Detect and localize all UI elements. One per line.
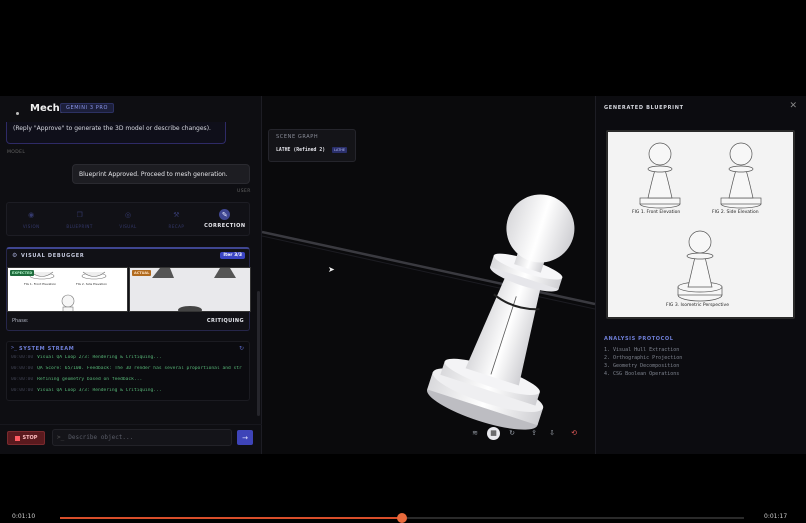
blueprint-fig1-caption: FIG 1. Front Elevation [632,210,681,215]
app-window: Mechy GEMINI 3 PRO (Reply "Approve" to g… [0,96,806,454]
progress-handle[interactable] [397,513,407,523]
chat-scrollbar[interactable] [257,291,260,416]
protocol-title: ANALYSIS PROTOCOL [604,336,674,342]
viewport-toolbar: ≋ ▦ ↻ ⇪ ⇩ ⟲ [466,425,595,441]
terminal-icon: >_ [11,345,18,351]
stop-button[interactable]: STOP [7,431,45,445]
blueprint-fig2-caption: FIG 2. Side Elevation [712,210,759,215]
blueprint-fig3-caption: FIG 3. Isometric Perspective [666,303,729,308]
prompt-caret-icon: >_ [57,434,65,441]
reset-icon[interactable]: ⟲ [565,427,583,440]
fig1-caption: FIG 1. Front Elevation [24,282,57,286]
actual-image[interactable]: ACTUAL [129,267,251,312]
target-icon: ◎ [124,211,132,219]
copy-icon: ❐ [76,211,83,219]
fig2-caption: FIG 2. Side Elevation [76,282,108,286]
stop-label: STOP [22,435,38,441]
download-icon[interactable]: ⇩ [543,427,561,440]
blueprint-panel-title: GENERATED BLUEPRINT [604,105,684,111]
prompt-input[interactable]: >_ Describe object... [52,429,232,446]
actual-tag: ACTUAL [132,270,152,276]
step-label: RECAP [168,223,185,229]
stream-title: SYSTEM STREAM [19,346,75,352]
step-vision[interactable]: ◉ VISION [7,203,55,235]
phase-value: CRITIQUING [206,318,244,324]
elapsed-time: 0:01:10 [12,513,36,520]
step-correction[interactable]: ✎ CORRECTION [201,203,249,235]
rotate-icon[interactable]: ↻ [503,427,521,440]
step-label: BLUEPRINT [66,223,93,229]
log-line: 00:00:00 Visual QA Loop 3/3: Rendering & … [11,388,162,393]
user-role-label: USER [237,189,251,194]
eye-icon: ◉ [28,211,35,219]
step-label: VISUAL [119,223,137,229]
stop-icon [14,435,20,441]
phase-label: Phase: [12,318,29,324]
gear-icon: ⚙ [12,252,18,259]
step-blueprint[interactable]: ❐ BLUEPRINT [55,203,103,235]
video-controls: 0:01:10 0:01:17 [0,505,806,523]
node-type-badge: LATHE [332,147,348,153]
pipeline-steps: ◉ VISION ❐ BLUEPRINT ◎ VISUAL ⚒ RECAP ✎ … [6,202,250,236]
expected-tag: EXPECTED [10,270,35,276]
iteration-badge: Iter 3/3 [220,252,245,259]
scene-graph-title: SCENE GRAPH [276,134,319,140]
chat-header: Mechy GEMINI 3 PRO [0,96,262,122]
protocol-step: 1. Visual Hull Extraction [604,347,680,353]
log-line: 00:00:00 Visual QA Loop 2/3: Rendering & … [11,355,162,360]
prompt-placeholder: Describe object... [68,434,134,441]
step-visual[interactable]: ◎ VISUAL [104,203,152,235]
pawn-model [427,194,575,430]
arrow-right-icon: → [242,433,248,442]
upload-icon[interactable]: ⇪ [525,427,543,440]
step-label: CORRECTION [204,223,246,229]
mouse-cursor-icon: ➤ [328,265,335,274]
log-line: 00:00:00 QA Score: 65/100. Feedback: The … [11,366,242,371]
close-icon[interactable]: ✕ [789,101,797,111]
user-message: Blueprint Approved. Proceed to mesh gene… [72,164,250,184]
expected-image[interactable]: EXPECTED FIG 1. Front Elevation FIG 2. S… [7,267,128,312]
layers-icon[interactable]: ≋ [466,427,484,440]
step-recap[interactable]: ⚒ RECAP [152,203,200,235]
log-line: 00:00:00 Refining geometry based on feedb… [11,377,143,382]
hammer-icon: ⚒ [173,211,180,219]
scene-graph-panel: SCENE GRAPH LATHE (Refined 2) LATHE [268,129,356,162]
pawn-side-elevation [720,142,762,209]
model-badge: GEMINI 3 PRO [60,103,115,113]
debugger-title: VISUAL DEBUGGER [21,253,85,259]
system-stream: >_ SYSTEM STREAM ↻ 00:00:00 Visual QA Loo… [6,341,250,401]
scene-node[interactable]: LATHE (Refined 2) [276,148,325,153]
progress-fill [60,517,402,519]
send-button[interactable]: → [237,430,253,445]
protocol-step: 3. Geometry Decomposition [604,363,680,369]
protocol-step: 4. CSG Boolean Operations [604,371,680,377]
pawn-isometric [677,230,723,302]
blueprint-image[interactable]: FIG 1. Front Elevation FIG 2. Side Eleva… [606,130,795,319]
grid-icon[interactable]: ▦ [487,426,500,440]
total-time: 0:01:17 [764,513,788,520]
3d-viewport[interactable]: SCENE GRAPH LATHE (Refined 2) LATHE ➤ ≋ … [262,96,595,454]
input-bar: STOP >_ Describe object... → [0,424,262,454]
model-message: (Reply "Approve" to generate the 3D mode… [6,122,226,144]
blueprint-panel: GENERATED BLUEPRINT ✕ FIG 1. Front Eleva… [595,96,806,454]
protocol-step: 2. Orthographic Projection [604,355,683,361]
progress-track[interactable] [60,513,744,523]
status-dot [16,112,19,115]
chat-panel: Mechy GEMINI 3 PRO (Reply "Approve" to g… [0,96,262,454]
visual-debugger: ⚙ VISUAL DEBUGGER Iter 3/3 EXPECTED FIG … [6,247,251,331]
blueprint-drawing [639,142,762,302]
wrench-icon: ✎ [219,209,231,220]
refresh-icon[interactable]: ↻ [239,345,244,352]
pawn-front-elevation [639,142,681,209]
model-role-label: MODEL [7,150,26,155]
step-label: VISION [22,223,40,229]
